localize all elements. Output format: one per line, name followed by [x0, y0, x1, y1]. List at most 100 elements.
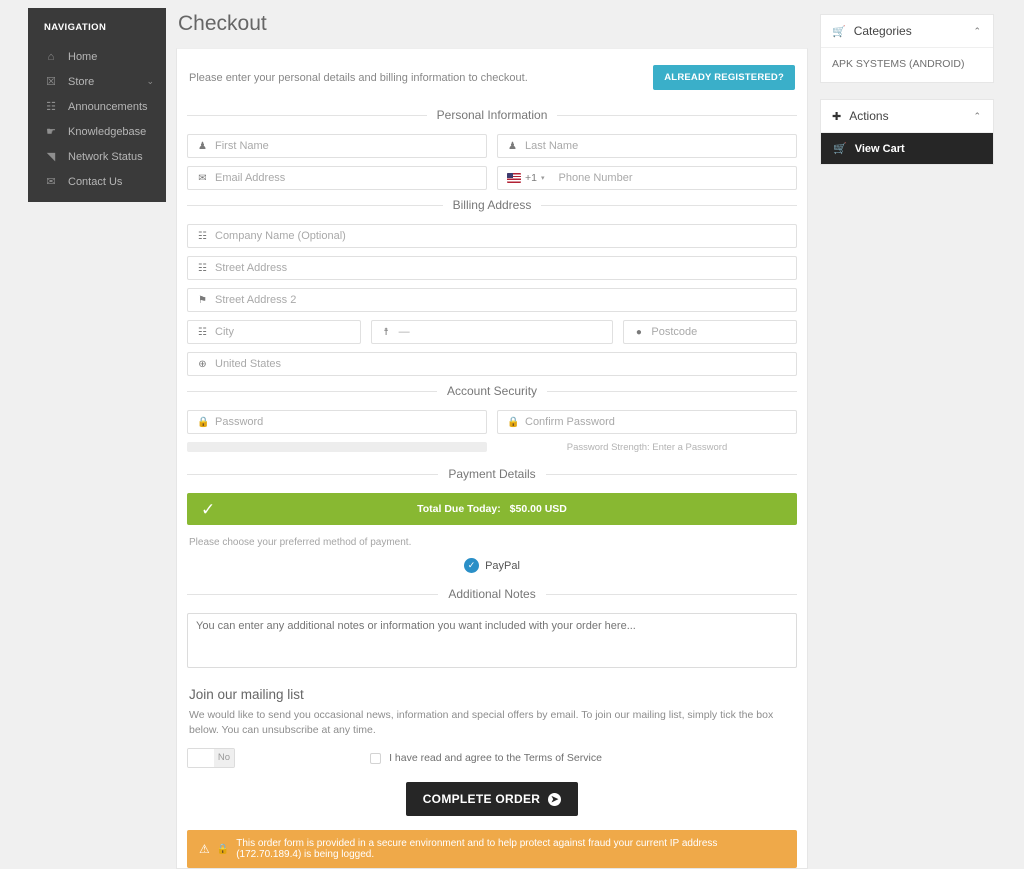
divider-line [541, 204, 797, 206]
categories-header[interactable]: 🛒 Categories ⌃ [821, 15, 993, 48]
phone-input[interactable]: +1 ▾ Phone Number [497, 166, 797, 190]
password-strength-bar [187, 442, 487, 452]
postcode-input[interactable]: ● Postcode [623, 320, 797, 344]
plus-icon: ✚ [832, 110, 842, 123]
radio-selected-icon[interactable]: ✓ [464, 558, 480, 573]
divider-line [187, 390, 437, 392]
phone-placeholder: Phone Number [558, 172, 633, 184]
main-content: Checkout Please enter your personal deta… [176, 0, 808, 869]
state-placeholder: — [398, 326, 410, 338]
security-warning-text: This order form is provided in a secure … [236, 838, 718, 861]
street2-placeholder: Street Address 2 [215, 294, 297, 306]
sidebar-item-announcements[interactable]: ☷ Announcements [28, 94, 166, 119]
section-label: Billing Address [452, 198, 532, 212]
sidebar-item-knowledgebase[interactable]: ☛ Knowledgebase [28, 119, 166, 144]
street-placeholder: Street Address [215, 262, 288, 274]
mailing-list-title: Join our mailing list [189, 687, 304, 702]
payment-prompt: Please choose your preferred method of p… [189, 537, 412, 548]
actions-header[interactable]: ✚ Actions ⌃ [821, 100, 993, 133]
bank-icon: ☨ [383, 326, 389, 338]
sidebar-item-label: Announcements [68, 100, 148, 113]
postcode-placeholder: Postcode [651, 326, 698, 338]
first-name-input[interactable]: ♟ First Name [187, 134, 487, 158]
email-input[interactable]: ✉ Email Address [187, 166, 487, 190]
mailing-list-toggle[interactable]: No [187, 748, 235, 769]
additional-notes-textarea[interactable] [187, 613, 797, 668]
city-placeholder: City [215, 326, 234, 338]
already-registered-button[interactable]: ALREADY REGISTERED? [653, 65, 795, 90]
chevron-down-icon[interactable]: ▾ [541, 174, 545, 182]
country-select[interactable]: ⊕ United States [187, 352, 797, 376]
section-label: Payment Details [448, 467, 536, 481]
category-item[interactable]: APK SYSTEMS (ANDROID) [832, 58, 982, 70]
signal-icon: ◥ [46, 151, 56, 163]
section-label: Additional Notes [448, 587, 536, 601]
lock-icon: 🔒 [197, 416, 210, 428]
divider-line [187, 204, 443, 206]
password-row: 🔒 Password 🔒 Confirm Password [187, 410, 797, 434]
terms-of-service-row[interactable]: I have read and agree to the Terms of Se… [370, 752, 662, 764]
company-name-input[interactable]: ☷ Company Name (Optional) [187, 224, 797, 248]
total-due-label: Total Due Today: [417, 503, 501, 515]
state-select[interactable]: ☨ — [370, 320, 614, 344]
cta-row: COMPLETE ORDER ➤ [187, 782, 797, 817]
email-placeholder: Email Address [215, 172, 286, 184]
country-code-selector[interactable]: +1 ▾ [507, 172, 552, 184]
city-input[interactable]: ☷ City [187, 320, 361, 344]
section-additional-notes: Additional Notes [187, 587, 798, 601]
building-icon: ☷ [198, 230, 207, 242]
name-row: ♟ First Name ♟ Last Name [187, 134, 797, 158]
map-pin-icon: ⚑ [198, 294, 207, 306]
envelope-icon: ✉ [198, 172, 207, 184]
intro-row: Please enter your personal details and b… [187, 63, 797, 104]
lock-icon: 🔒 [507, 416, 520, 428]
categories-card: 🛒 Categories ⌃ APK SYSTEMS (ANDROID) [820, 14, 994, 83]
street-row: ☷ Street Address [187, 256, 797, 280]
sidebar-item-contact-us[interactable]: ✉ Contact Us [28, 169, 166, 194]
checkout-page: NAVIGATION ⌂ Home ☒ Store ⌄ ☷ Announceme… [0, 0, 1024, 869]
categories-title: Categories [853, 24, 912, 38]
country-value: United States [215, 358, 282, 370]
total-due-bar: ✓ Total Due Today: $50.00 USD [187, 493, 797, 525]
chevron-up-icon[interactable]: ⌃ [973, 26, 981, 37]
view-cart-label: View Cart [854, 142, 905, 155]
lock-icon: 🔒 [216, 843, 230, 855]
total-due-text: Total Due Today: $50.00 USD [187, 503, 797, 515]
flag-icon [507, 173, 521, 183]
sidebar-item-store[interactable]: ☒ Store ⌄ [28, 69, 166, 94]
view-cart-button[interactable]: 🛒 View Cart [821, 133, 993, 164]
password-input[interactable]: 🔒 Password [187, 410, 487, 434]
confirm-password-input[interactable]: 🔒 Confirm Password [497, 410, 797, 434]
divider-line [545, 593, 798, 595]
page-title: Checkout [178, 12, 267, 35]
envelope-icon: ✉ [46, 176, 56, 188]
left-navigation: NAVIGATION ⌂ Home ☒ Store ⌄ ☷ Announceme… [28, 8, 166, 202]
tos-checkbox[interactable] [370, 752, 382, 764]
building-icon: ☷ [198, 262, 207, 274]
last-name-placeholder: Last Name [525, 140, 579, 152]
book-icon: ☛ [46, 126, 56, 138]
city-state-postcode-row: ☷ City ☨ — ● Postcode [187, 320, 797, 344]
country-row: ⊕ United States [187, 352, 797, 376]
chevron-down-icon[interactable]: ⌄ [146, 76, 154, 87]
person-icon: ♟ [198, 140, 207, 152]
street-address-input[interactable]: ☷ Street Address [187, 256, 797, 280]
sidebar-item-label: Contact Us [68, 175, 123, 188]
security-warning-banner: ⚠ 🔒 This order form is provided in a sec… [187, 830, 797, 869]
last-name-input[interactable]: ♟ Last Name [497, 134, 797, 158]
section-payment-details: Payment Details [187, 467, 797, 481]
chevron-up-icon[interactable]: ⌃ [973, 111, 981, 122]
sidebar-item-home[interactable]: ⌂ Home [28, 45, 166, 69]
street2-row: ⚑ Street Address 2 [187, 288, 797, 312]
sidebar-item-network-status[interactable]: ◥ Network Status [28, 144, 166, 169]
megaphone-icon: ☷ [46, 101, 56, 113]
building-icon: ☷ [198, 326, 207, 338]
street-address-2-input[interactable]: ⚑ Street Address 2 [187, 288, 797, 312]
intro-text: Please enter your personal details and b… [189, 71, 528, 84]
country-code-label: +1 [525, 172, 537, 184]
complete-order-button[interactable]: COMPLETE ORDER ➤ [405, 782, 579, 817]
toggle-knob [188, 749, 214, 768]
paypal-option[interactable]: ✓ PayPal [187, 558, 797, 573]
navigation-title: NAVIGATION [44, 22, 107, 33]
complete-order-label: COMPLETE ORDER [422, 792, 541, 807]
